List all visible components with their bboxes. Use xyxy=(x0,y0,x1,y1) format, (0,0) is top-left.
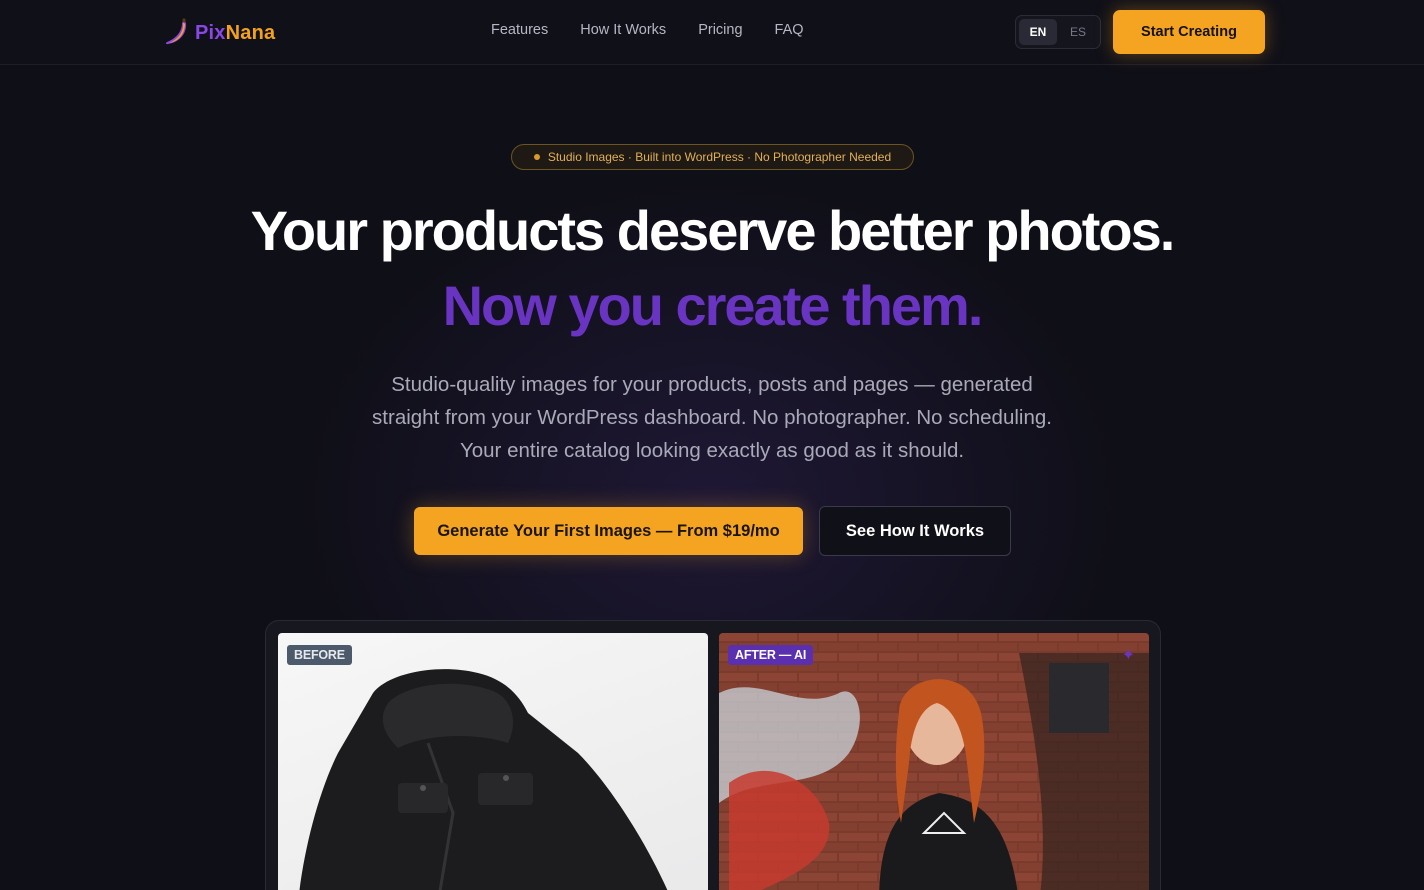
badge-dot-icon xyxy=(533,154,540,160)
logo-text: PixNana xyxy=(195,21,276,44)
language-switcher: EN ES xyxy=(1015,15,1101,49)
before-image: BEFORE xyxy=(278,633,708,890)
nav-features[interactable]: Features xyxy=(491,22,548,44)
start-creating-button[interactable]: Start Creating xyxy=(1113,10,1265,54)
before-label: BEFORE xyxy=(287,645,352,665)
top-navbar: PixNana Features How It Works Pricing FA… xyxy=(0,0,1424,65)
badge-text: Studio Images · Built into WordPress · N… xyxy=(547,150,892,164)
hero-title-line1: Your products deserve better photos. xyxy=(250,199,1176,262)
main-nav: Features How It Works Pricing FAQ xyxy=(491,22,804,44)
sparkle-icon: ✦ xyxy=(1121,647,1135,664)
banana-icon xyxy=(165,18,187,45)
hero-badge: Studio Images · Built into WordPress · N… xyxy=(511,144,914,170)
nav-pricing[interactable]: Pricing xyxy=(698,22,742,44)
lang-en-button[interactable]: EN xyxy=(1019,19,1057,45)
see-how-it-works-button[interactable]: See How It Works xyxy=(819,506,1011,556)
hero-subtitle: Studio-quality images for your products,… xyxy=(372,373,1052,462)
jacket-illustration xyxy=(299,669,668,890)
after-label: AFTER — AI xyxy=(728,645,814,665)
logo[interactable]: PixNana xyxy=(163,17,275,49)
hero-title-line2: Now you create them. xyxy=(442,274,984,337)
after-image: AFTER — AI ✦ xyxy=(719,633,1149,890)
generate-images-button[interactable]: Generate Your First Images — From $19/mo xyxy=(414,507,803,555)
before-after-comparison: BEFORE AFTER — AI ✦ xyxy=(265,620,1161,890)
nav-faq[interactable]: FAQ xyxy=(775,22,804,44)
lang-es-button[interactable]: ES xyxy=(1059,19,1097,45)
nav-how-it-works[interactable]: How It Works xyxy=(580,22,666,44)
model-graffiti-illustration xyxy=(719,633,1149,890)
